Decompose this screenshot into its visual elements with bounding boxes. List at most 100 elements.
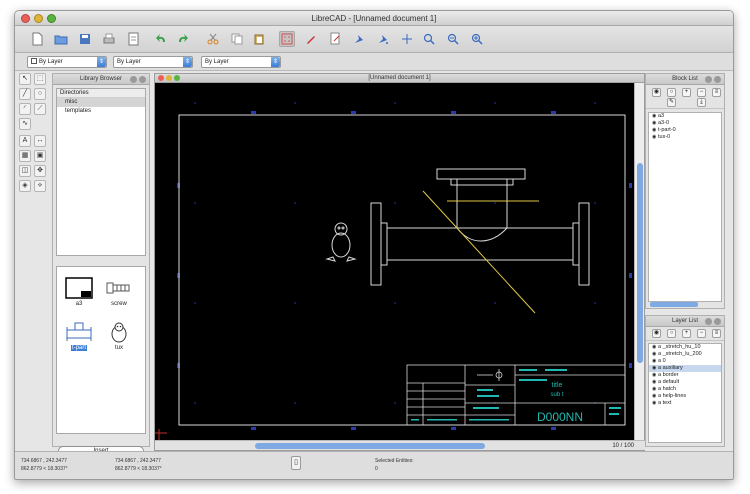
edit-block-icon[interactable]: ✎ bbox=[667, 98, 676, 107]
new-document-icon[interactable] bbox=[29, 31, 45, 47]
directory-tree[interactable]: Directories misc templates bbox=[56, 88, 146, 256]
linewidth-combo[interactable]: By Layer ⇕ bbox=[201, 56, 281, 68]
thumbnail-tux[interactable]: tux bbox=[105, 321, 133, 351]
block-tool-icon[interactable]: ◫ bbox=[19, 165, 31, 177]
mouse-icon: ▯ bbox=[291, 456, 301, 470]
copy-icon[interactable] bbox=[229, 31, 245, 47]
open-file-icon[interactable] bbox=[53, 31, 69, 47]
layer-list-item[interactable]: ◉ a _stretch_lu_200 bbox=[649, 351, 721, 358]
main-toolbar bbox=[15, 26, 733, 53]
block-list-item[interactable]: ◉ a3 bbox=[649, 113, 721, 120]
horizontal-scroll-thumb[interactable] bbox=[255, 443, 485, 449]
draft-pencil-icon[interactable] bbox=[303, 31, 319, 47]
directory-item[interactable]: misc bbox=[57, 98, 145, 107]
block-list-item[interactable]: ◉ tux-0 bbox=[649, 134, 721, 141]
cad-drawing: title sub t D000NN bbox=[155, 102, 632, 441]
line-tool-icon[interactable]: ╱ bbox=[19, 88, 31, 100]
thumbnail-t-part[interactable]: t-part bbox=[65, 321, 93, 351]
cut-icon[interactable] bbox=[205, 31, 221, 47]
drawing-canvas[interactable]: title sub t D000NN bbox=[155, 83, 635, 441]
cad-tools-palette: ↖ ⬚ ╱ ○ ◜ ⟋ ∿ A ↔ ▦ ▣ ◫ ✥ ◈ ⟡ bbox=[19, 73, 49, 443]
chevron-down-icon: ⇕ bbox=[183, 57, 192, 67]
close-panel-icon[interactable] bbox=[714, 76, 721, 83]
polyline-tool-icon[interactable]: ⟋ bbox=[34, 103, 46, 115]
grid-toggle-icon[interactable] bbox=[279, 31, 295, 47]
remove-layer-icon[interactable]: − bbox=[697, 329, 706, 338]
block-list-item[interactable]: ◉ t-part-0 bbox=[649, 127, 721, 134]
rename-block-icon[interactable]: ≡ bbox=[712, 88, 721, 97]
float-panel-icon[interactable] bbox=[130, 76, 137, 83]
save-icon[interactable] bbox=[77, 31, 93, 47]
close-panel-icon[interactable] bbox=[714, 318, 721, 325]
chevron-down-icon: ⇕ bbox=[271, 57, 280, 67]
layer-list-item[interactable]: ◉ a help-lines bbox=[649, 393, 721, 400]
block-list-item[interactable]: ◉ a3-0 bbox=[649, 120, 721, 127]
measure-tool-icon[interactable]: ⟡ bbox=[34, 180, 46, 192]
print-preview-icon[interactable] bbox=[125, 31, 141, 47]
right-dock: Block List ◉ ○ + − ≡ ✎ ⤓ ◉ a3 ◉ a3-0 ◉ t-pa… bbox=[645, 73, 725, 447]
zoom-in-icon[interactable] bbox=[445, 31, 461, 47]
arc-tool-icon[interactable]: ◜ bbox=[19, 103, 31, 115]
document-window: [Unnamed document 1] title sub t D000NN … bbox=[154, 73, 646, 451]
print-icon[interactable] bbox=[101, 31, 117, 47]
modify-tool-icon[interactable]: ✥ bbox=[34, 165, 46, 177]
select-window-icon[interactable]: ⬚ bbox=[34, 73, 46, 85]
document-title: [Unnamed document 1] bbox=[368, 75, 431, 81]
hide-all-layers-icon[interactable]: ○ bbox=[667, 329, 676, 338]
remove-block-icon[interactable]: − bbox=[697, 88, 706, 97]
undo-icon[interactable] bbox=[153, 31, 169, 47]
color-combo[interactable]: By Layer ⇕ bbox=[27, 56, 107, 68]
grid-dots bbox=[194, 102, 596, 404]
horizontal-scrollbar[interactable]: 10 / 100 bbox=[155, 440, 646, 450]
paste-icon[interactable] bbox=[251, 31, 267, 47]
float-panel-icon[interactable] bbox=[705, 318, 712, 325]
screw-icon bbox=[105, 277, 133, 299]
add-block-icon[interactable]: + bbox=[682, 88, 691, 97]
thumbnail-label: tux bbox=[114, 345, 123, 351]
info-tool-icon[interactable]: ◈ bbox=[19, 180, 31, 192]
close-document-button[interactable] bbox=[158, 75, 164, 81]
edit-document-icon[interactable] bbox=[327, 31, 343, 47]
layer-list-item-selected[interactable]: ◉ a auxiliary bbox=[649, 365, 721, 372]
thumbnail-a3[interactable]: a3 bbox=[65, 277, 93, 307]
selected-entities-label: Selected Entities: bbox=[375, 458, 414, 464]
zoom-out-icon[interactable] bbox=[469, 31, 485, 47]
add-layer-icon[interactable]: + bbox=[682, 329, 691, 338]
hatch-tool-icon[interactable]: ▦ bbox=[19, 150, 31, 162]
redo-icon[interactable] bbox=[175, 31, 191, 47]
text-tool-icon[interactable]: A bbox=[19, 135, 31, 147]
directories-header: Directories bbox=[57, 89, 145, 98]
snap-endpoints-icon[interactable] bbox=[399, 31, 415, 47]
spline-tool-icon[interactable]: ∿ bbox=[19, 118, 31, 130]
layer-list-item[interactable]: ◉ a default bbox=[649, 379, 721, 386]
linetype-combo[interactable]: By Layer ⇕ bbox=[113, 56, 193, 68]
layer-list-item[interactable]: ◉ a text bbox=[649, 400, 721, 407]
snap-grid-icon[interactable] bbox=[375, 31, 391, 47]
directory-item[interactable]: templates bbox=[57, 107, 145, 116]
select-pointer-icon[interactable]: ↖ bbox=[19, 73, 31, 85]
snap-free-icon[interactable] bbox=[351, 31, 367, 47]
maximize-document-button[interactable] bbox=[174, 75, 180, 81]
dimension-tool-icon[interactable]: ↔ bbox=[34, 135, 46, 147]
zoom-redraw-icon[interactable] bbox=[421, 31, 437, 47]
layer-list-item[interactable]: ◉ a border bbox=[649, 372, 721, 379]
block-list[interactable]: ◉ a3 ◉ a3-0 ◉ t-part-0 ◉ tux-0 bbox=[648, 112, 722, 302]
close-panel-icon[interactable] bbox=[139, 76, 146, 83]
block-list-scroll-thumb[interactable] bbox=[650, 302, 698, 307]
hide-all-blocks-icon[interactable]: ○ bbox=[667, 88, 676, 97]
circle-tool-icon[interactable]: ○ bbox=[34, 88, 46, 100]
float-panel-icon[interactable] bbox=[705, 76, 712, 83]
image-tool-icon[interactable]: ▣ bbox=[34, 150, 46, 162]
layer-list[interactable]: ◉ a _stretch_hu_10 ◉ a _stretch_lu_200 ◉ a … bbox=[648, 343, 722, 443]
vertical-scrollbar[interactable] bbox=[634, 83, 644, 441]
show-all-layers-icon[interactable]: ◉ bbox=[652, 329, 661, 338]
vertical-scroll-thumb[interactable] bbox=[637, 163, 643, 363]
thumbnail-screw[interactable]: screw bbox=[105, 277, 133, 307]
insert-block-icon[interactable]: ⤓ bbox=[697, 98, 706, 107]
edit-layer-icon[interactable]: ≡ bbox=[712, 329, 721, 338]
show-all-blocks-icon[interactable]: ◉ bbox=[652, 88, 661, 97]
layer-list-item[interactable]: ◉ a hatch bbox=[649, 386, 721, 393]
layer-list-item[interactable]: ◉ a 0 bbox=[649, 358, 721, 365]
layer-list-item[interactable]: ◉ a _stretch_hu_10 bbox=[649, 344, 721, 351]
minimize-document-button[interactable] bbox=[166, 75, 172, 81]
